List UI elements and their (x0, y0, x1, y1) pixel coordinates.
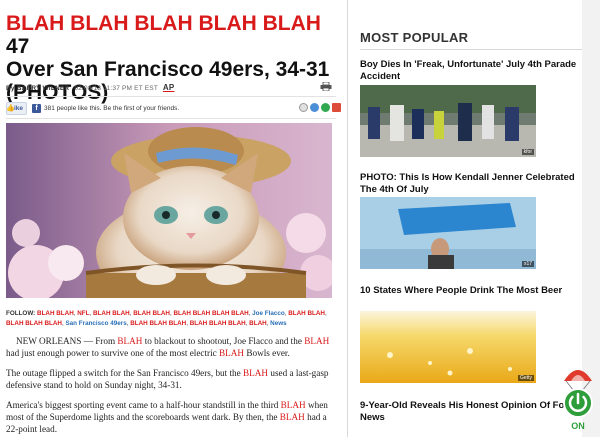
follow-tag-link[interactable]: BLAH BLAH BLAH (6, 320, 62, 327)
social-bar: 👍 Like f 381 people like this. Be the fi… (6, 101, 179, 115)
google-plus-icon[interactable] (332, 103, 341, 112)
thumbs-up-icon: 👍 (6, 105, 15, 112)
email-share-icon[interactable] (310, 103, 319, 112)
follow-tag-link[interactable]: BLAH BLAH (93, 310, 130, 317)
article-paragraph-1: NEW ORLEANS — From BLAH to blackout to s… (6, 336, 330, 358)
byline: By BARRY WILNER 02/03/13 11:37 PM ET EST… (6, 83, 174, 92)
inline-link[interactable]: BLAH (219, 348, 244, 358)
most-popular-title: MOST POPULAR (360, 30, 469, 45)
follow-tag-link[interactable]: BLAH BLAH BLAH (190, 320, 246, 327)
image-credit: kfor (521, 149, 534, 155)
divider (6, 96, 336, 97)
follow-tags: FOLLOW: BLAH BLAH, NFL, BLAH BLAH, BLAH … (6, 310, 327, 327)
popular-story-thumbnail[interactable]: x17 (360, 197, 536, 269)
headline-black-part: 47 (6, 35, 30, 58)
byline-date: 02/03/13 11:37 PM ET EST (74, 85, 158, 92)
follow-tag-link[interactable]: BLAH BLAH BLAH (130, 320, 186, 327)
inline-link[interactable]: BLAH (280, 412, 305, 422)
article-column: BLAH BLAH BLAH BLAH BLAH 47 Over San Fra… (0, 0, 348, 437)
headline-red-part: BLAH BLAH BLAH BLAH BLAH (6, 12, 321, 35)
popular-story-thumbnail[interactable]: kfor (360, 85, 536, 157)
on-toggle-badge[interactable]: ON (560, 363, 596, 433)
image-credit: Getty (518, 375, 534, 381)
article-paragraph-2: The outage flipped a switch for the San … (6, 368, 329, 390)
column-divider (347, 0, 348, 437)
headline-line-2: Over San Francisco 49ers, 34-31 (6, 58, 330, 81)
popular-story-thumbnail[interactable]: Getty (360, 311, 536, 383)
follow-tag-link[interactable]: BLAH BLAH BLAH BLAH (173, 310, 248, 317)
byline-author[interactable]: By BARRY WILNER (6, 85, 69, 92)
follow-tag-link[interactable]: BLAH (249, 320, 267, 327)
divider (6, 118, 336, 119)
facebook-like-button[interactable]: 👍 Like (6, 101, 28, 115)
follow-tag-link[interactable]: BLAH BLAH (288, 310, 325, 317)
print-icon[interactable] (320, 82, 332, 91)
agency-logo: AP (162, 83, 175, 92)
follow-tag-link[interactable]: Joe Flacco (252, 310, 285, 317)
follow-tag-link[interactable]: NFL (77, 310, 89, 317)
inline-link[interactable]: BLAH (304, 336, 329, 346)
share-icons (299, 103, 341, 112)
popular-story-title[interactable]: 10 States Where People Drink The Most Be… (360, 285, 578, 297)
share-icon[interactable] (299, 103, 308, 112)
most-popular-sidebar: MOST POPULAR Boy Dies In 'Freak, Unfortu… (360, 0, 582, 437)
popular-story-title[interactable]: 9-Year-Old Reveals His Honest Opinion Of… (360, 400, 578, 424)
inline-link[interactable]: BLAH (243, 368, 268, 378)
article-paragraph-3: America's biggest sporting event came to… (6, 400, 328, 434)
popular-story-title[interactable]: Boy Dies In 'Freak, Unfortunate' July 4t… (360, 59, 578, 83)
follow-tag-link[interactable]: BLAH BLAH (37, 310, 74, 317)
hero-image-kitten (6, 123, 332, 298)
stumble-share-icon[interactable] (321, 103, 330, 112)
divider (360, 49, 582, 50)
follow-tag-link[interactable]: BLAH BLAH (133, 310, 170, 317)
popular-story-title[interactable]: PHOTO: This Is How Kendall Jenner Celebr… (360, 172, 578, 196)
follow-tag-link[interactable]: News (270, 320, 286, 327)
inline-link[interactable]: BLAH (281, 400, 306, 410)
follow-label: FOLLOW: (6, 310, 36, 317)
on-badge-label: ON (571, 421, 585, 431)
image-credit: x17 (521, 261, 534, 267)
inline-link[interactable]: BLAH (117, 336, 142, 346)
follow-tag-link[interactable]: San Francisco 49ers (65, 320, 126, 327)
